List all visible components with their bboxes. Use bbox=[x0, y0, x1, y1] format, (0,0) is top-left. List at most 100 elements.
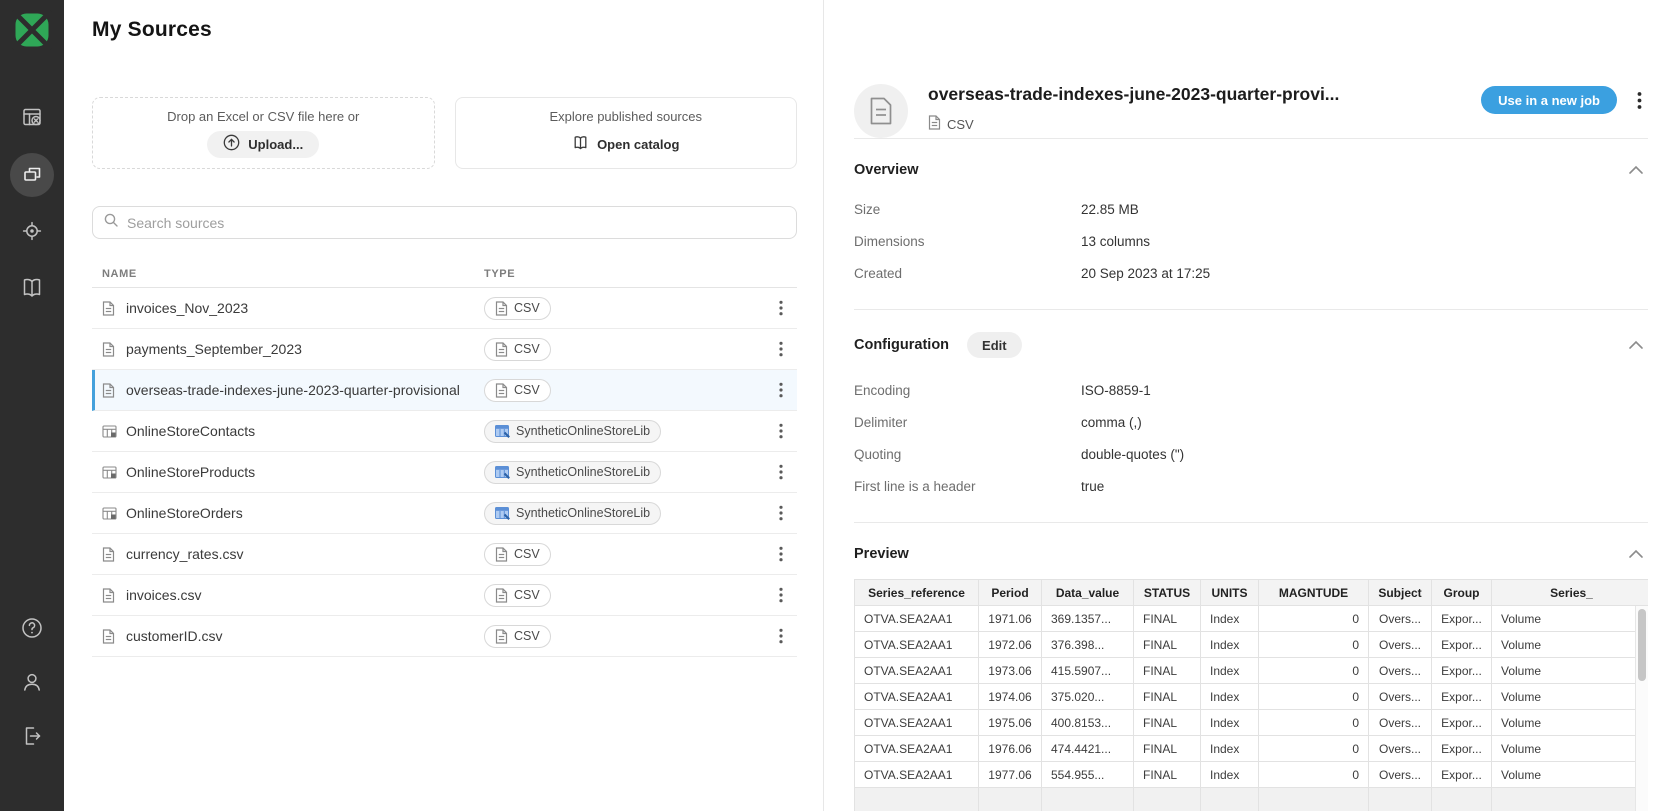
file-icon bbox=[495, 383, 508, 398]
upload-dropzone[interactable]: Drop an Excel or CSV file here or Upload… bbox=[92, 97, 435, 169]
row-menu-button[interactable] bbox=[773, 378, 789, 402]
field-label: Dimensions bbox=[854, 234, 1081, 249]
row-menu-button[interactable] bbox=[773, 296, 789, 320]
preview-cell: Expor... bbox=[1432, 710, 1492, 736]
edit-configuration-button[interactable]: Edit bbox=[967, 332, 1022, 358]
sources-panel: My Sources Drop an Excel or CSV file her… bbox=[64, 0, 823, 811]
detail-field-row: EncodingISO-8859-1 bbox=[854, 374, 1648, 406]
configuration-collapse-button[interactable] bbox=[1624, 336, 1648, 354]
preview-cell: Expor... bbox=[1432, 762, 1492, 788]
table-row[interactable]: invoices.csvCSV bbox=[92, 575, 797, 616]
table-row[interactable]: invoices_Nov_2023CSV bbox=[92, 288, 797, 329]
upload-arrow-icon bbox=[223, 134, 240, 154]
preview-cell: OTVA.SEA2AA1 bbox=[855, 684, 979, 710]
preview-cell: FINAL bbox=[1134, 762, 1201, 788]
table-row[interactable]: OnlineStoreProductsSyntheticOnlineStoreL… bbox=[92, 452, 797, 493]
preview-vertical-scrollbar[interactable] bbox=[1635, 606, 1648, 811]
row-menu-button[interactable] bbox=[773, 542, 789, 566]
use-in-new-job-button[interactable]: Use in a new job bbox=[1481, 86, 1617, 114]
file-icon bbox=[495, 342, 508, 357]
overview-collapse-button[interactable] bbox=[1624, 161, 1648, 179]
preview-cell: Index bbox=[1201, 606, 1259, 632]
preview-column-header: STATUS bbox=[1134, 580, 1201, 606]
preview-column-header: UNITS bbox=[1201, 580, 1259, 606]
upload-button[interactable]: Upload... bbox=[207, 131, 319, 158]
sources-icon bbox=[20, 162, 44, 189]
dropzone-text: Drop an Excel or CSV file here or bbox=[167, 109, 359, 124]
page-title: My Sources bbox=[92, 18, 797, 42]
detail-field-row: Created20 Sep 2023 at 17:25 bbox=[854, 257, 1648, 289]
file-icon bbox=[495, 547, 508, 562]
preview-cell: 375.020... bbox=[1042, 684, 1134, 710]
preview-cell bbox=[1042, 788, 1134, 811]
source-detail-panel: overseas-trade-indexes-june-2023-quarter… bbox=[823, 0, 1678, 811]
logout-button[interactable] bbox=[10, 715, 54, 759]
preview-cell: 369.1357... bbox=[1042, 606, 1134, 632]
detail-menu-button[interactable] bbox=[1631, 87, 1648, 114]
row-menu-button[interactable] bbox=[773, 460, 789, 484]
table-row[interactable]: OnlineStoreContactsSyntheticOnlineStoreL… bbox=[92, 411, 797, 452]
preview-row-partial bbox=[855, 788, 1649, 811]
detail-field-row: Size22.85 MB bbox=[854, 193, 1648, 225]
preview-table-wrap: Series_referencePeriodData_valueSTATUSUN… bbox=[854, 579, 1648, 811]
sources-list: invoices_Nov_2023CSVpayments_September_2… bbox=[92, 288, 797, 657]
preview-row: OTVA.SEA2AA11971.06369.1357...FINALIndex… bbox=[855, 606, 1649, 632]
table-row[interactable]: payments_September_2023CSV bbox=[92, 329, 797, 370]
table-row[interactable]: currency_rates.csv CSV bbox=[92, 534, 797, 575]
source-name: currency_rates.csv bbox=[126, 546, 484, 562]
preview-cell: Index bbox=[1201, 632, 1259, 658]
sidebar-item-datasets[interactable] bbox=[10, 96, 54, 140]
open-book-icon bbox=[572, 135, 589, 154]
preview-cell bbox=[1201, 788, 1259, 811]
preview-cell: FINAL bbox=[1134, 736, 1201, 762]
scrollbar-thumb[interactable] bbox=[1638, 609, 1646, 681]
preview-row: OTVA.SEA2AA11973.06415.5907...FINALIndex… bbox=[855, 658, 1649, 684]
preview-cell: 1977.06 bbox=[979, 762, 1042, 788]
preview-row: OTVA.SEA2AA11977.06554.955...FINALIndex0… bbox=[855, 762, 1649, 788]
field-value: true bbox=[1081, 479, 1104, 494]
profile-button[interactable] bbox=[10, 661, 54, 705]
field-value: ISO-8859-1 bbox=[1081, 383, 1151, 398]
source-name: OnlineStoreOrders bbox=[126, 505, 484, 521]
field-label: Encoding bbox=[854, 383, 1081, 398]
table-row[interactable]: OnlineStoreOrdersSyntheticOnlineStoreLib bbox=[92, 493, 797, 534]
open-catalog-button[interactable]: Open catalog bbox=[556, 131, 695, 158]
row-menu-button[interactable] bbox=[773, 337, 789, 361]
field-value: double-quotes (") bbox=[1081, 447, 1184, 462]
preview-cell: 0 bbox=[1259, 606, 1369, 632]
table-row[interactable]: overseas-trade-indexes-june-2023-quarter… bbox=[92, 370, 797, 411]
preview-column-header: Series_reference bbox=[855, 580, 979, 606]
row-menu-button[interactable] bbox=[773, 501, 789, 525]
row-menu-button[interactable] bbox=[773, 624, 789, 648]
preview-cell: Volume bbox=[1492, 632, 1649, 658]
preview-cell: Overs... bbox=[1369, 710, 1432, 736]
type-badge: CSV bbox=[484, 625, 551, 648]
preview-cell: OTVA.SEA2AA1 bbox=[855, 632, 979, 658]
table-row[interactable]: customerID.csvCSV bbox=[92, 616, 797, 657]
row-menu-button[interactable] bbox=[773, 583, 789, 607]
preview-cell: Expor... bbox=[1432, 684, 1492, 710]
preview-cell bbox=[1369, 788, 1432, 811]
preview-cell: Index bbox=[1201, 658, 1259, 684]
preview-table: Series_referencePeriodData_valueSTATUSUN… bbox=[854, 579, 1648, 811]
preview-collapse-button[interactable] bbox=[1624, 545, 1648, 563]
configuration-section: Configuration Edit EncodingISO-8859-1Del… bbox=[854, 309, 1648, 522]
source-name: OnlineStoreProducts bbox=[126, 464, 484, 480]
preview-cell: 1973.06 bbox=[979, 658, 1042, 684]
preview-cell: FINAL bbox=[1134, 710, 1201, 736]
sidebar-item-lineage[interactable] bbox=[10, 210, 54, 254]
column-header-name: NAME bbox=[102, 268, 484, 280]
search-input[interactable] bbox=[127, 215, 786, 231]
type-badge: CSV bbox=[484, 297, 551, 320]
overview-section: Overview Size22.85 MBDimensions13 column… bbox=[854, 138, 1648, 309]
type-badge-label: CSV bbox=[514, 547, 540, 561]
preview-cell: 0 bbox=[1259, 762, 1369, 788]
preview-row: OTVA.SEA2AA11975.06400.8153...FINALIndex… bbox=[855, 710, 1649, 736]
row-menu-button[interactable] bbox=[773, 419, 789, 443]
type-badge: SyntheticOnlineStoreLib bbox=[484, 502, 661, 525]
sidebar-item-catalog[interactable] bbox=[10, 267, 54, 311]
help-button[interactable] bbox=[10, 607, 54, 651]
field-value: 22.85 MB bbox=[1081, 202, 1139, 217]
source-name: invoices_Nov_2023 bbox=[126, 300, 484, 316]
sidebar-item-sources[interactable] bbox=[10, 153, 54, 197]
